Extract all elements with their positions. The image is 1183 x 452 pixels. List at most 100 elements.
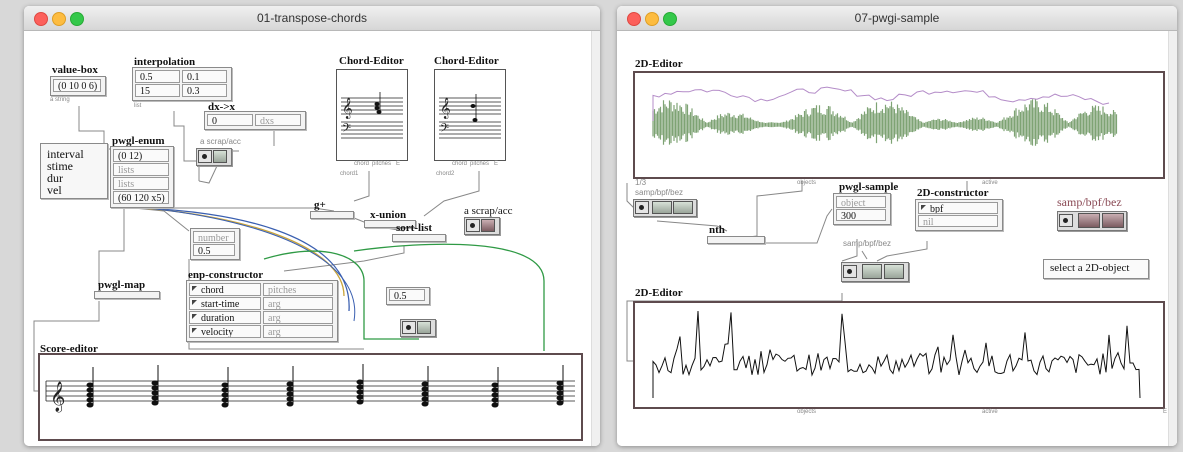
editor-bottom-label: 2D-Editor bbox=[635, 287, 683, 299]
value-box-label: value-box bbox=[52, 64, 98, 76]
2d-editor-bottom[interactable] bbox=[633, 301, 1165, 409]
samp-bpf-mid-button-2[interactable] bbox=[884, 264, 904, 279]
window-titlebar[interactable]: 07-pwgi-sample bbox=[617, 6, 1177, 31]
interpolation-cell-4[interactable]: 0.3 bbox=[182, 84, 227, 97]
samp-bpf-right-button-1[interactable] bbox=[1078, 213, 1100, 228]
chord-editor-1-staff: 𝄞 𝄢 bbox=[341, 92, 403, 139]
2d-constructor-cell-bpf[interactable]: bpf bbox=[918, 202, 998, 214]
scrapbox-1[interactable] bbox=[196, 148, 232, 166]
samp-bpf-right-label: samp/bpf/bez bbox=[1057, 195, 1122, 209]
samp-bpf-left[interactable] bbox=[633, 199, 697, 217]
pwgl-sample-cell-300[interactable]: 300 bbox=[836, 209, 886, 221]
scrapbox-2-eval-button[interactable] bbox=[466, 219, 480, 232]
score-editor-staff: 𝄞 bbox=[45, 364, 575, 413]
editor-top-outlet-active: active bbox=[982, 180, 998, 186]
enp-row-chord[interactable]: chord bbox=[189, 283, 261, 296]
svg-text:𝄢: 𝄢 bbox=[440, 123, 449, 138]
pwgl-enum-cell-4[interactable]: (60 120 x5) bbox=[113, 191, 169, 204]
scrapbox-1-eval-button[interactable] bbox=[198, 150, 212, 163]
enp-row-duration[interactable]: duration bbox=[189, 311, 261, 324]
g-plus-label: g+ bbox=[314, 199, 326, 211]
enp-constructor-box[interactable]: chord pitches start-time arg duration ar… bbox=[186, 280, 338, 342]
window-titlebar[interactable]: 01-transpose-chords bbox=[24, 6, 600, 31]
interpolation-cell-1[interactable]: 0.5 bbox=[135, 70, 180, 83]
value-box-outlet: a string bbox=[50, 97, 70, 103]
samp-bpf-left-label: samp/bpf/bez bbox=[635, 188, 684, 197]
dx-x-cell-1[interactable]: 0 bbox=[207, 114, 253, 126]
samp-bpf-left-button-1[interactable] bbox=[652, 201, 672, 214]
pwgl-enum-cell-2[interactable]: lists bbox=[113, 163, 169, 176]
value-05-button[interactable] bbox=[417, 321, 431, 334]
samp-bpf-mid-eval-button[interactable] bbox=[843, 265, 857, 278]
value-05-scrapbox[interactable] bbox=[400, 319, 436, 337]
samp-bpf-left-eval-button[interactable] bbox=[635, 201, 649, 214]
enp-arg-start-time[interactable]: arg bbox=[263, 297, 333, 310]
sort-list-box[interactable] bbox=[392, 234, 446, 242]
pwgl-enum-box[interactable]: (0 12) lists lists (60 120 x5) bbox=[110, 146, 174, 208]
score-editor[interactable]: 𝄞 bbox=[38, 353, 583, 441]
chord-editor-1-outlet-pitches: pitches bbox=[372, 161, 392, 167]
2d-editor-top[interactable] bbox=[633, 71, 1165, 179]
interpolation-cell-2[interactable]: 0.1 bbox=[182, 70, 227, 83]
samp-bpf-left-button-2[interactable] bbox=[673, 201, 693, 214]
samp-bpf-right-button-2[interactable] bbox=[1102, 213, 1124, 228]
samp-bpf-right[interactable] bbox=[1057, 211, 1127, 231]
value-05-box[interactable]: 0.5 bbox=[386, 287, 430, 305]
samp-bpf-right-eval-button[interactable] bbox=[1059, 214, 1073, 227]
value-05-field[interactable]: 0.5 bbox=[389, 289, 425, 301]
samp-bpf-mid-button-1[interactable] bbox=[862, 264, 882, 279]
svg-text:𝄞: 𝄞 bbox=[50, 381, 65, 413]
enp-arg-duration[interactable]: arg bbox=[263, 311, 333, 324]
dx-x-box[interactable]: 0 dxs bbox=[204, 111, 306, 130]
svg-text:𝄢: 𝄢 bbox=[342, 123, 351, 138]
interpolation-cell-3[interactable]: 15 bbox=[135, 84, 180, 97]
editor-bottom-corner: E bbox=[1163, 409, 1168, 415]
patch-window-pwgi-sample[interactable]: 07-pwgi-sample 2D-Editor 1/3 objects act… bbox=[617, 6, 1177, 446]
scrapbox-1-button[interactable] bbox=[213, 150, 227, 163]
samp-bpf-mid-label: samp/bpf/bez bbox=[843, 239, 892, 248]
number-box-field[interactable]: 0.5 bbox=[193, 244, 235, 256]
editor-top-corner: 1/3 bbox=[635, 178, 647, 187]
g-plus-box[interactable] bbox=[310, 211, 354, 219]
param-line-vel: vel bbox=[47, 183, 62, 197]
editor-bottom-outlet-active: active bbox=[982, 409, 998, 415]
window-title: 07-pwgi-sample bbox=[854, 11, 940, 25]
enp-row-velocity[interactable]: velocity bbox=[189, 325, 261, 338]
svg-text:𝄞: 𝄞 bbox=[342, 98, 353, 119]
scrapbox-2[interactable] bbox=[464, 217, 500, 235]
patch-window-transpose-chords[interactable]: 01-transpose-chords value-box (0 10 0 6)… bbox=[24, 6, 600, 446]
chord-editor-1[interactable]: 𝄞 𝄢 bbox=[336, 69, 408, 161]
enp-row-start-time[interactable]: start-time bbox=[189, 297, 261, 310]
chord-editor-1-name: chord1 bbox=[340, 171, 359, 177]
bpf-display bbox=[652, 310, 1141, 399]
chord-editor-2-outlet-pitches: pitches bbox=[470, 161, 490, 167]
value-box[interactable]: (0 10 0 6) bbox=[50, 76, 106, 96]
2d-constructor-cell-nil[interactable]: nil bbox=[918, 215, 998, 227]
patch-canvas[interactable]: value-box (0 10 0 6) a string interpolat… bbox=[24, 31, 600, 446]
enp-arg-velocity[interactable]: arg bbox=[263, 325, 333, 338]
value-05-eval-button[interactable] bbox=[402, 321, 416, 334]
vertical-scrollbar[interactable] bbox=[1168, 31, 1177, 446]
number-box[interactable]: number 0.5 bbox=[190, 228, 240, 260]
nth-box[interactable] bbox=[707, 236, 765, 244]
enp-arg-chord[interactable]: pitches bbox=[263, 283, 333, 296]
vertical-scrollbar[interactable] bbox=[591, 31, 600, 446]
scrapbox-2-button[interactable] bbox=[481, 219, 495, 232]
pwgl-enum-cell-1[interactable]: (0 12) bbox=[113, 149, 169, 162]
dx-x-cell-2[interactable]: dxs bbox=[255, 114, 301, 126]
2d-constructor-box[interactable]: bpf nil bbox=[915, 199, 1003, 231]
interpolation-outlet: list bbox=[134, 103, 142, 109]
samp-bpf-mid[interactable] bbox=[841, 262, 909, 282]
interpolation-box[interactable]: 0.5 0.1 15 0.3 bbox=[132, 67, 232, 101]
value-box-field[interactable]: (0 10 0 6) bbox=[53, 79, 101, 92]
patch-canvas[interactable]: 2D-Editor 1/3 objects active samp/bpf/be… bbox=[617, 31, 1177, 446]
pwgl-sample-cell-object[interactable]: object bbox=[836, 196, 886, 208]
pwgl-enum-cell-3[interactable]: lists bbox=[113, 177, 169, 190]
nth-label: nth bbox=[709, 224, 725, 236]
chord-editor-2[interactable]: 𝄞 𝄢 bbox=[434, 69, 506, 161]
pwgl-map-box[interactable] bbox=[94, 291, 160, 299]
pwgl-sample-box[interactable]: object 300 bbox=[833, 193, 891, 225]
parameter-text-box[interactable]: interval stime dur vel bbox=[40, 143, 108, 199]
bpf-path bbox=[652, 310, 1141, 399]
editor-top-label: 2D-Editor bbox=[635, 58, 683, 70]
